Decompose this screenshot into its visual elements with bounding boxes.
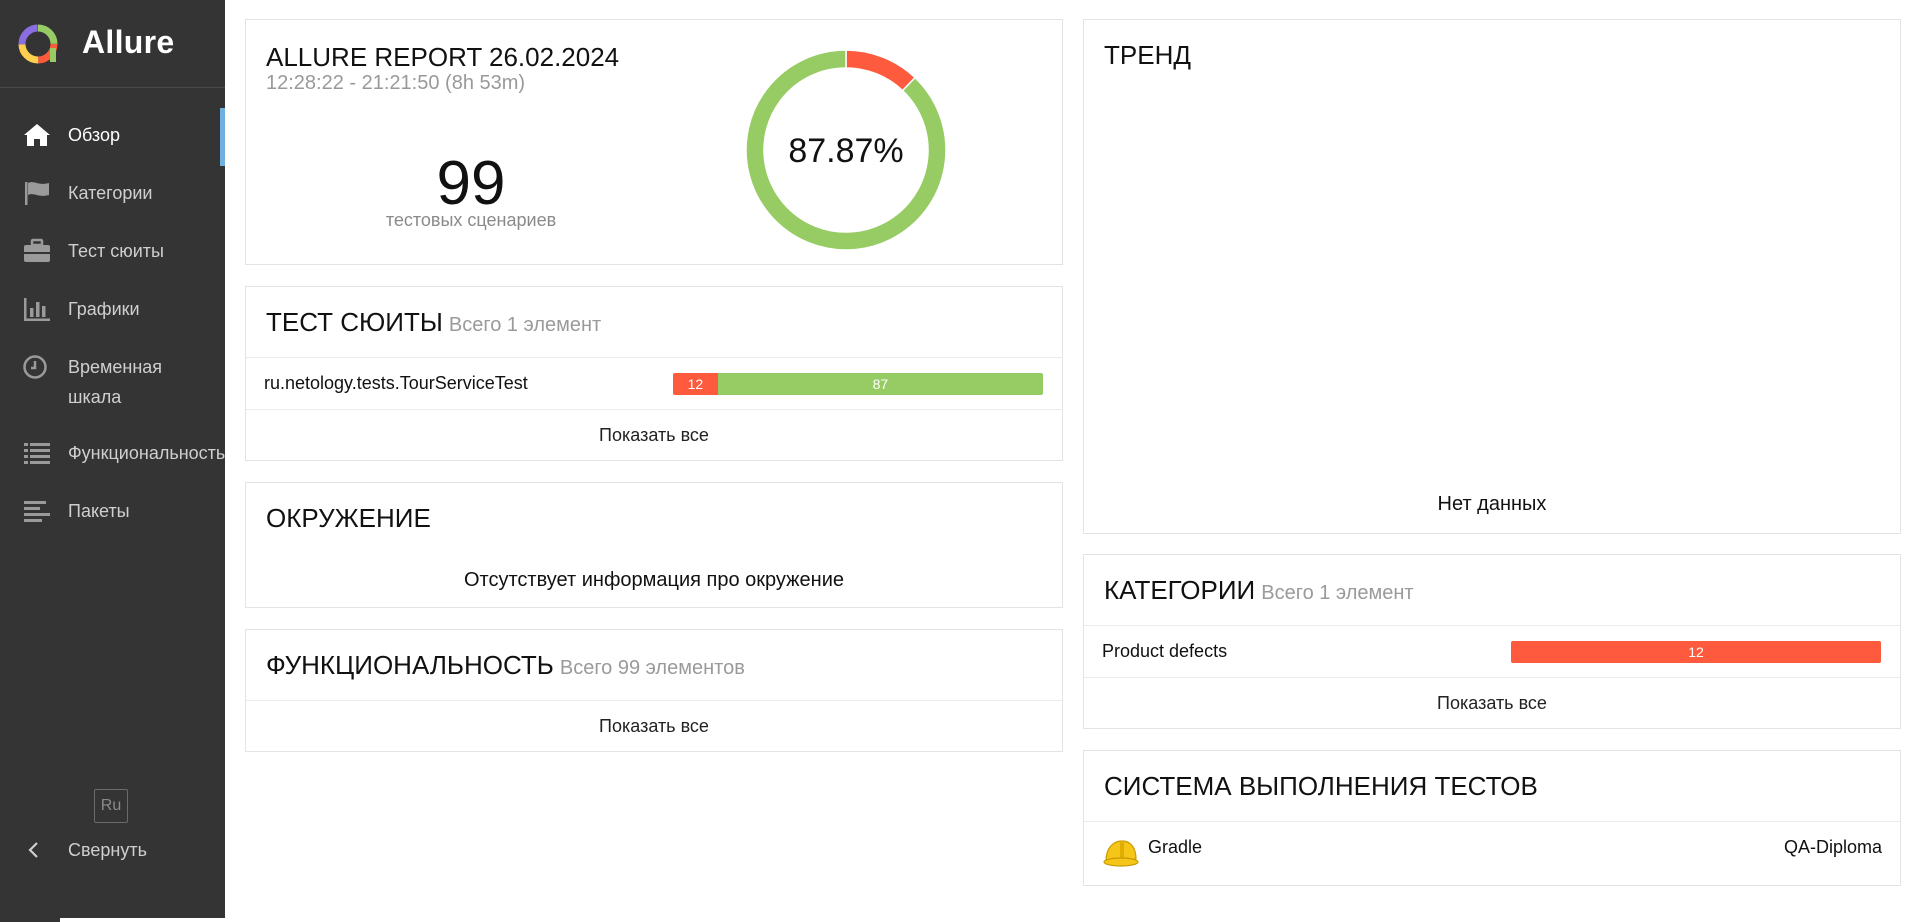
sidebar-item-label: Обзор bbox=[68, 125, 120, 145]
sidebar-nav: Обзор Категории Тест сюиты Графики Време… bbox=[0, 108, 225, 542]
categories-show-all-link[interactable]: Показать все bbox=[1084, 693, 1900, 714]
categories-widget: КАТЕГОРИИ Всего 1 элемент Product defects… bbox=[1083, 554, 1901, 729]
brand[interactable]: Allure bbox=[0, 0, 225, 88]
executor-build-name: QA-Diploma bbox=[1783, 837, 1882, 857]
brand-name: Allure bbox=[82, 24, 175, 60]
home-icon bbox=[24, 124, 50, 146]
suites-title: ТЕСТ СЮИТЫ Всего 1 элемент bbox=[266, 307, 602, 337]
suites-show-all-link[interactable]: Показать все bbox=[246, 425, 1062, 446]
sidebar-item-timeline[interactable]: Временная шкала bbox=[0, 340, 225, 426]
environment-title: ОКРУЖЕНИЕ bbox=[266, 503, 431, 533]
environment-widget: ОКРУЖЕНИЕ Отсутствует информация про окр… bbox=[245, 482, 1063, 608]
suite-failed-segment: 12 bbox=[673, 373, 718, 395]
allure-logo-icon bbox=[18, 24, 58, 64]
collapse-label: Свернуть bbox=[68, 840, 147, 860]
executor-name: Gradle bbox=[1148, 837, 1203, 857]
sidebar-item-label: Функциональность bbox=[68, 443, 226, 463]
sidebar-item-label: Пакеты bbox=[68, 501, 130, 521]
suite-passed-segment: 87 bbox=[717, 373, 1043, 395]
test-count-label: тестовых сценариев bbox=[385, 210, 557, 230]
donut-slice-failed[interactable] bbox=[845, 50, 917, 92]
sidebar-item-packages[interactable]: Пакеты bbox=[0, 484, 225, 542]
collapse-button[interactable]: Свернуть bbox=[0, 836, 225, 866]
briefcase-icon bbox=[24, 238, 50, 262]
sidebar-item-label: Графики bbox=[68, 299, 140, 319]
suite-name: ru.netology.tests.TourServiceTest bbox=[264, 373, 528, 393]
sidebar-item-label: Категории bbox=[68, 183, 153, 203]
chevron-left-icon bbox=[28, 842, 38, 858]
trend-title: ТРЕНД bbox=[1104, 40, 1191, 70]
trend-empty-text: Нет данных bbox=[1437, 493, 1547, 515]
sidebar-item-label: Тест сюиты bbox=[68, 241, 164, 261]
categories-subtitle: Всего 1 элемент bbox=[1261, 582, 1414, 604]
sidebar-item-label: Временная шкала bbox=[68, 357, 163, 407]
sidebar-item-graphs[interactable]: Графики bbox=[0, 282, 225, 340]
features-title: ФУНКЦИОНАЛЬНОСТЬ Всего 99 элементов bbox=[266, 650, 745, 680]
helmet-icon bbox=[1103, 840, 1139, 867]
features-show-all-link[interactable]: Показать все bbox=[246, 716, 1062, 737]
flag-icon bbox=[25, 182, 49, 205]
sidebar-item-suites[interactable]: Тест сюиты bbox=[0, 224, 225, 282]
language-switch[interactable]: Ru bbox=[94, 789, 128, 823]
trend-widget: ТРЕНД Нет данных bbox=[1083, 19, 1901, 534]
categories-title: КАТЕГОРИИ Всего 1 элемент bbox=[1104, 575, 1414, 605]
summary-widget: ALLURE REPORT 26.02.2024 12:28:22 - 21:2… bbox=[245, 19, 1063, 265]
report-title: ALLURE REPORT 26.02.2024 bbox=[266, 42, 620, 72]
list-icon bbox=[24, 443, 50, 464]
report-time-range: 12:28:22 - 21:21:50 (8h 53m) bbox=[266, 72, 526, 94]
features-subtitle: Всего 99 элементов bbox=[559, 657, 745, 679]
category-status-bar: 12 bbox=[1511, 641, 1881, 663]
sidebar: Allure Обзор Категории Тест сюиты График… bbox=[0, 0, 225, 922]
align-left-icon bbox=[24, 501, 50, 522]
suites-widget: ТЕСТ СЮИТЫ Всего 1 элемент ru.netology.te… bbox=[245, 286, 1063, 461]
success-rate-label: 87.87% bbox=[788, 132, 904, 170]
sidebar-item-categories[interactable]: Категории bbox=[0, 166, 225, 224]
clock-icon bbox=[23, 355, 47, 379]
sidebar-item-overview[interactable]: Обзор bbox=[0, 108, 225, 166]
suite-status-bar: 12 87 bbox=[673, 373, 1043, 395]
category-failed-segment: 12 bbox=[1511, 641, 1881, 663]
sidebar-item-behaviors[interactable]: Функциональность bbox=[0, 426, 225, 484]
bar-chart-icon bbox=[24, 298, 50, 321]
features-widget: ФУНКЦИОНАЛЬНОСТЬ Всего 99 элементов Показ… bbox=[245, 629, 1063, 752]
category-name: Product defects bbox=[1102, 641, 1228, 661]
test-count: 99 bbox=[436, 149, 506, 218]
executors-widget: СИСТЕМА ВЫПОЛНЕНИЯ ТЕСТОВ Gradle QA-Dipl… bbox=[1083, 750, 1901, 886]
environment-empty-text: Отсутствует информация про окружение bbox=[464, 569, 844, 591]
bottom-scroll-indicator bbox=[60, 918, 420, 922]
suites-subtitle: Всего 1 элемент bbox=[448, 314, 602, 336]
executors-title: СИСТЕМА ВЫПОЛНЕНИЯ ТЕСТОВ bbox=[1104, 771, 1538, 801]
